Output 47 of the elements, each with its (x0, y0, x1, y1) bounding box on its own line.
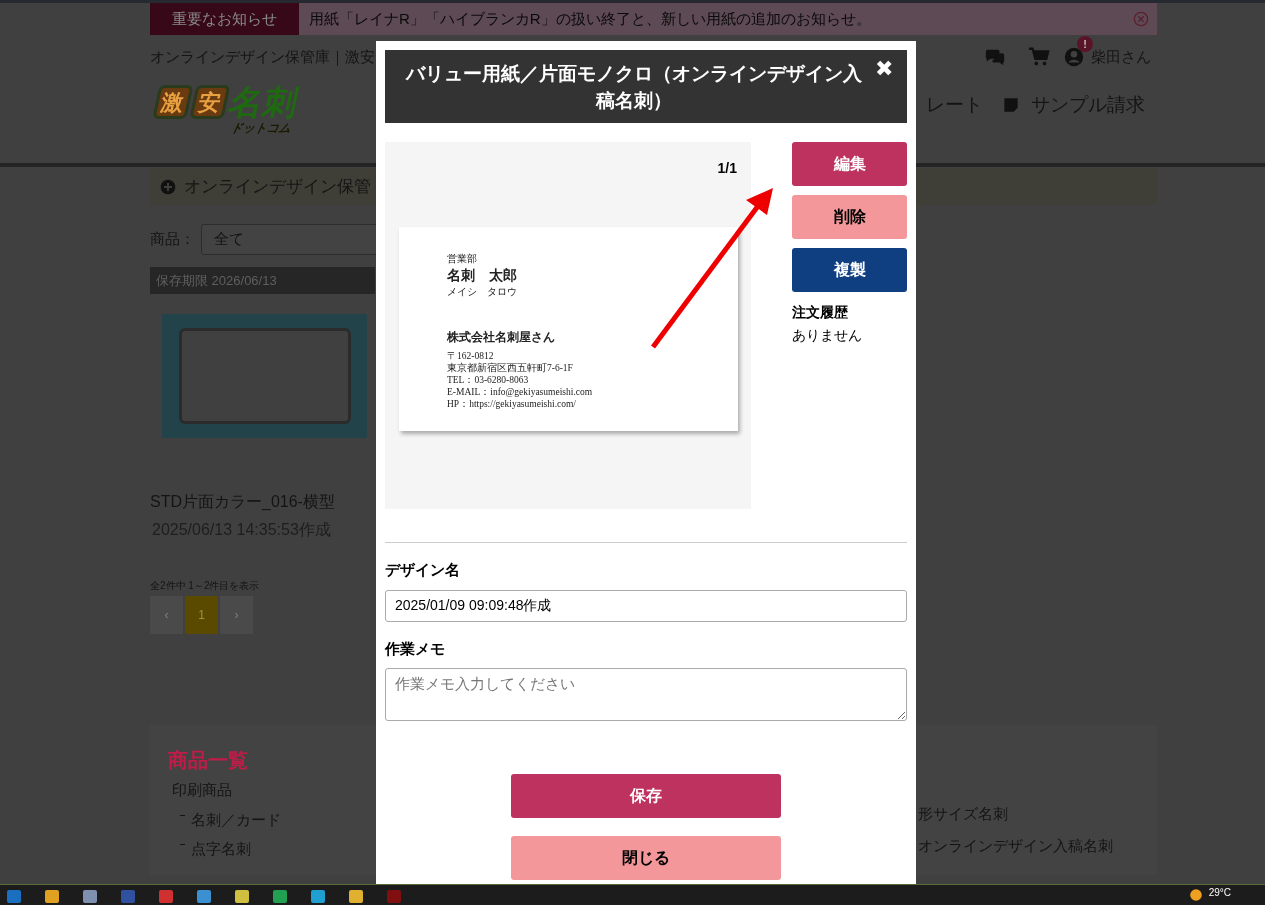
history-label: 注文履歴 (792, 303, 849, 322)
card-department: 営業部 (447, 252, 478, 266)
taskbar-app-icon[interactable] (44, 887, 60, 903)
card-line: TEL：03-6280-8063 (447, 374, 530, 386)
taskbar-app-icon[interactable] (348, 887, 364, 903)
action-button[interactable]: 複製 (792, 248, 907, 292)
user-icon (1063, 46, 1085, 68)
modal-title: バリュー用紙／片面モノクロ（オンラインデザイン入稿名刺） (404, 61, 863, 113)
taskbar-app-icon[interactable] (82, 887, 98, 903)
card-name: 名刺 太郎 (447, 267, 518, 285)
footer-title: 商品一覧 (168, 748, 249, 773)
design-name-field[interactable]: 2025/01/09 09:09:48作成 (385, 589, 907, 622)
dialog-button[interactable]: 閉じる (511, 836, 781, 880)
note-icon (1003, 97, 1019, 114)
card-company: 株式会社名刺屋さん (447, 329, 556, 346)
notice-label: 重要なお知らせ (150, 3, 299, 35)
sun-icon (1188, 888, 1203, 902)
card-line: 東京都新宿区西五軒町7-6-1F (447, 362, 574, 374)
taskbar-app-icon[interactable] (272, 887, 288, 903)
page-button[interactable]: ‹ (150, 596, 183, 634)
memo-field[interactable]: 作業メモ入力してください (385, 668, 907, 721)
notification-badge: ! (1077, 36, 1093, 52)
page-count: 1/1 (717, 159, 737, 178)
action-button[interactable]: 編集 (792, 142, 907, 186)
taskbar-app-icon[interactable] (234, 887, 250, 903)
card-line: E-MAIL：info@gekiyasumeishi.com (447, 386, 594, 398)
cart-icon (1027, 46, 1051, 68)
close-button[interactable]: ✖ (875, 58, 893, 80)
design-thumbnail-drawing[interactable] (162, 314, 367, 438)
history-value: ありません (792, 326, 863, 345)
card-line: HP：https://gekiyasumeishi.com/ (447, 398, 577, 410)
card-line: 〒162-0812 (447, 350, 495, 362)
taskbar-app-icon[interactable] (310, 887, 326, 903)
taskbar-app-icon[interactable] (196, 887, 212, 903)
notice-text[interactable]: 用紙「レイナR」「ハイブランカR」の扱い終了と、新しい用紙の追加のお知らせ。 (309, 7, 871, 31)
plus-circle-icon (160, 178, 176, 195)
dialog-button[interactable]: 保存 (511, 774, 781, 818)
page-button[interactable]: › (220, 596, 253, 634)
bullet-mark (180, 844, 185, 845)
close-icon (1133, 11, 1149, 27)
memo-label: 作業メモ (385, 638, 446, 659)
card-reading: メイシ タロウ (447, 286, 518, 298)
page-button[interactable]: 1 (185, 596, 218, 634)
action-button[interactable]: 削除 (792, 195, 907, 239)
temperature-text: 29°C (1208, 886, 1231, 900)
design-name-label: デザイン名 (385, 560, 461, 580)
bullet-mark (180, 814, 185, 816)
